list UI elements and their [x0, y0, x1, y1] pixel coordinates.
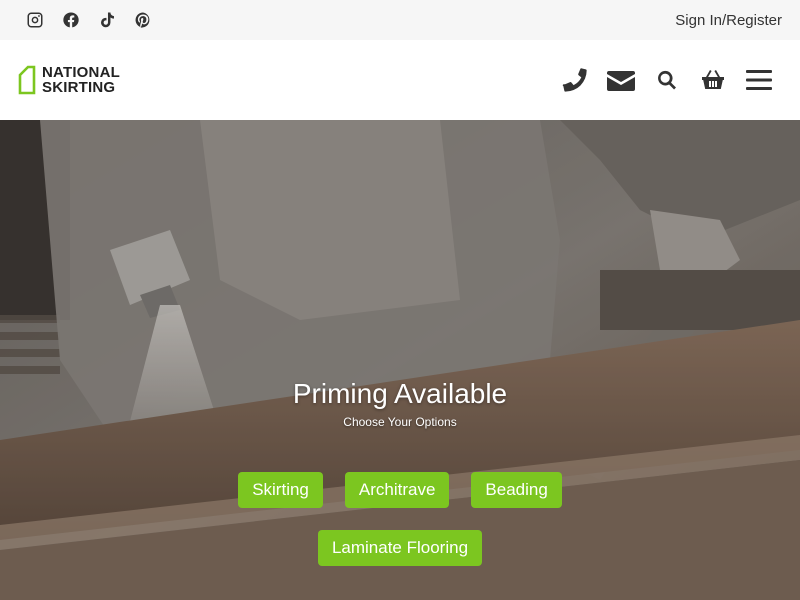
hero-subtitle: Choose Your Options: [343, 415, 457, 429]
pinterest-icon[interactable]: [134, 11, 152, 29]
site-logo[interactable]: NATIONAL SKIRTING: [18, 65, 120, 95]
category-buttons-row-1: Skirting Architrave Beading: [0, 472, 800, 508]
laminate-flooring-button[interactable]: Laminate Flooring: [317, 530, 483, 566]
logo-text: NATIONAL SKIRTING: [42, 65, 120, 95]
logo-line-2: SKIRTING: [42, 79, 116, 96]
hero-title: Priming Available: [292, 378, 508, 409]
logo-line-1: NATIONAL: [42, 64, 120, 81]
architrave-button[interactable]: Architrave: [344, 472, 450, 508]
skirting-button[interactable]: Skirting: [238, 472, 323, 508]
header-actions: [552, 60, 782, 100]
basket-icon[interactable]: [690, 60, 736, 100]
beading-button[interactable]: Beading: [471, 472, 562, 508]
hero-banner: Priming Available Choose Your Options Sk…: [0, 120, 800, 600]
social-links: [26, 11, 152, 29]
logo-house-icon: [18, 65, 36, 95]
email-icon[interactable]: [598, 60, 644, 100]
phone-icon[interactable]: [552, 60, 598, 100]
menu-icon[interactable]: [736, 60, 782, 100]
search-icon[interactable]: [644, 60, 690, 100]
tiktok-icon[interactable]: [98, 11, 116, 29]
top-social-bar: Sign In/Register: [0, 0, 800, 40]
instagram-icon[interactable]: [26, 11, 44, 29]
facebook-icon[interactable]: [62, 11, 80, 29]
category-buttons-row-2: Laminate Flooring: [0, 530, 800, 566]
sign-in-register-link[interactable]: Sign In/Register: [675, 12, 782, 29]
hero-overlay: [0, 120, 800, 600]
site-header: NATIONAL SKIRTING: [0, 40, 800, 120]
